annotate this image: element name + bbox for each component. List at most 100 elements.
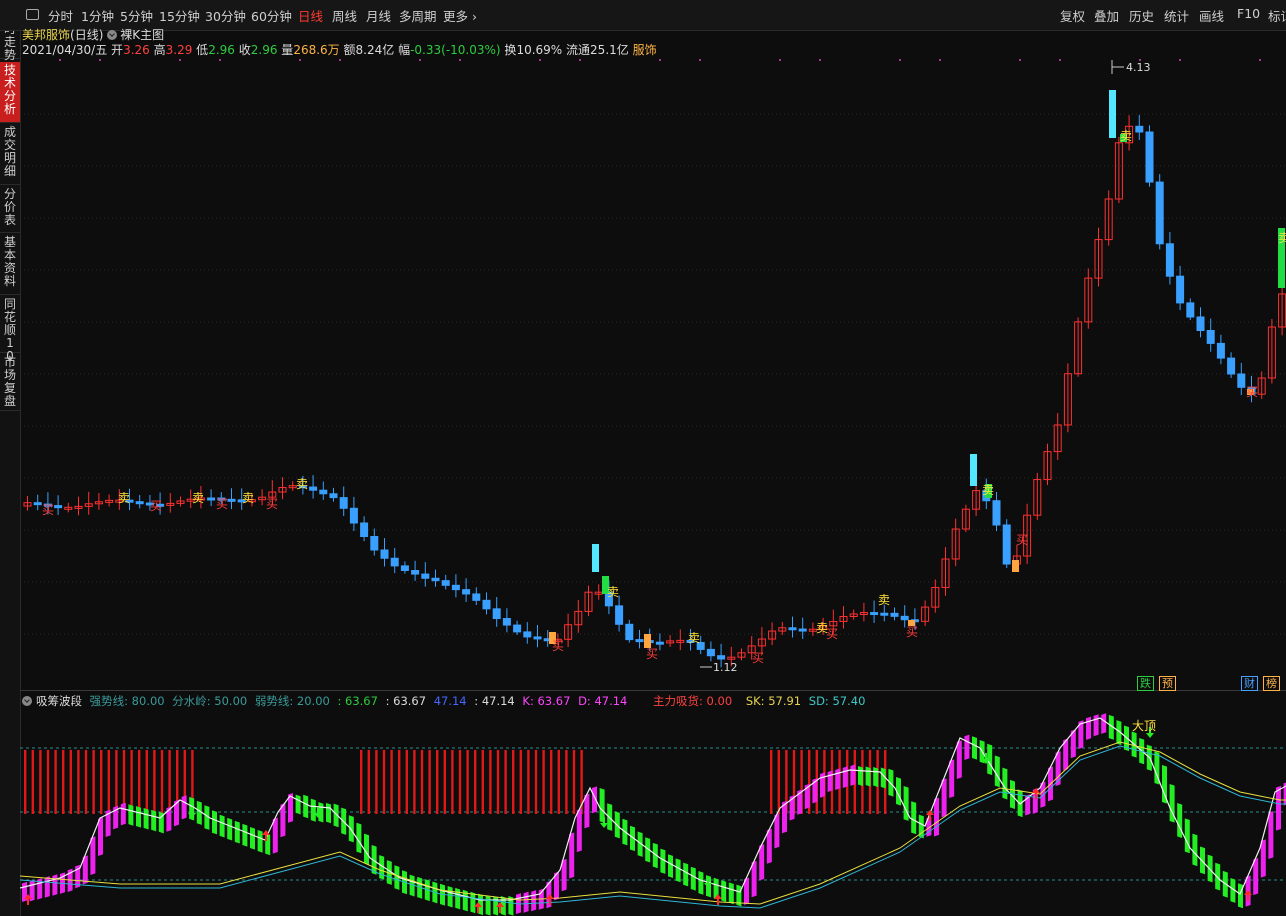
buy-signal-label: 买	[266, 497, 278, 511]
tab-15min[interactable]: 15分钟	[159, 6, 200, 25]
accumulation-bar	[572, 750, 576, 814]
sk-value: SK: 57.91	[745, 694, 802, 708]
accumulation-bar	[550, 750, 553, 814]
candle	[207, 497, 216, 501]
candle	[400, 565, 409, 571]
accumulation-bar	[534, 750, 538, 814]
window-icon[interactable]	[26, 9, 39, 20]
close-value: 2.96	[250, 43, 278, 57]
tab-multi-period[interactable]: 多周期	[399, 6, 437, 25]
restore-rights-button[interactable]: 复权	[1060, 6, 1085, 25]
toggle-circle-icon[interactable]	[107, 30, 118, 40]
stats-button[interactable]: 统计	[1164, 6, 1189, 25]
accumulation-bar	[481, 750, 484, 814]
oscillator-bar	[759, 844, 765, 881]
sell-signal-label: 卖	[296, 477, 308, 491]
accumulation-bar	[382, 750, 386, 814]
oscillator-bar	[143, 807, 149, 830]
badge-finance[interactable]: 财	[1241, 676, 1258, 691]
turnover-label: 换	[504, 43, 517, 57]
marker-dot	[1179, 59, 1181, 61]
buy-signal-label: 买	[552, 639, 564, 653]
candle	[615, 605, 624, 625]
oscillator-bar	[576, 808, 582, 853]
sidebar-item-technical[interactable]: 技术分析	[0, 62, 20, 123]
candlestick-chart[interactable]: 卖卖卖卖卖卖卖卖卖卖卖买买买买买买 买买 买买买4.131.12	[20, 56, 1286, 688]
sector-tag[interactable]: 服饰	[633, 43, 657, 57]
sidebar-item-trades[interactable]: 成交明细	[0, 124, 20, 185]
tab-intraday[interactable]: 分时	[48, 6, 73, 25]
accumulation-bar	[504, 750, 507, 814]
float-value: 25.1亿	[590, 43, 629, 57]
candle	[523, 631, 532, 638]
panel-divider	[20, 690, 1286, 691]
candle	[33, 502, 42, 506]
sell-signal-label: 卖	[242, 491, 254, 505]
candle	[1196, 316, 1205, 331]
marker-dot	[59, 59, 61, 61]
buy-signal-label: 买	[752, 651, 764, 665]
overlay-button[interactable]: 叠加	[1094, 6, 1119, 25]
oscillator-bar	[44, 876, 50, 898]
marker-dot	[1059, 59, 1061, 61]
tab-5min[interactable]: 5分钟	[120, 6, 153, 25]
badge-forecast[interactable]: 预	[1159, 676, 1176, 691]
sidebar-item-review[interactable]: 市场复盘	[0, 354, 20, 411]
main-accumulation-value: 主力吸货: 0.00	[653, 694, 733, 708]
oscillator-bar	[842, 766, 848, 788]
left-sidebar: 分时走势 技术分析 成交明细 分价表 基本资料 同花顺10 市场复盘	[0, 0, 21, 916]
watershed-value: 分水岭: 50.00	[172, 694, 248, 708]
history-button[interactable]: 历史	[1129, 6, 1154, 25]
candle	[360, 522, 369, 537]
candle	[717, 655, 726, 660]
oscillator-bar	[1002, 767, 1008, 800]
badge-fall[interactable]: 跌	[1137, 676, 1154, 691]
candle	[1216, 342, 1225, 359]
accumulation-bar	[69, 750, 72, 814]
marker-dot	[339, 59, 341, 61]
k-value: K: 63.67	[522, 694, 571, 708]
oscillator-bar	[569, 832, 575, 879]
oscillator-bar	[136, 806, 141, 828]
f10-button[interactable]: F10	[1237, 6, 1260, 21]
candle	[900, 615, 909, 621]
oscillator-bar	[1215, 862, 1221, 891]
tab-weekly[interactable]: 周线	[332, 6, 357, 25]
tab-daily[interactable]: 日线	[298, 6, 323, 25]
marker-dot	[419, 59, 421, 61]
oscillator-bar	[1276, 785, 1281, 831]
accumulation-bar	[92, 750, 95, 814]
marker-dot	[659, 59, 661, 61]
tab-1min[interactable]: 1分钟	[81, 6, 114, 25]
tab-monthly[interactable]: 月线	[366, 6, 391, 25]
tab-more[interactable]: 更多 ›	[443, 6, 477, 25]
mark-button[interactable]: 标记	[1268, 6, 1286, 25]
indicator-chart[interactable]: 大顶	[20, 708, 1286, 916]
sidebar-item-profile[interactable]: 基本资料	[0, 234, 20, 295]
accumulation-bar	[777, 750, 780, 814]
oscillator-bar	[865, 766, 871, 787]
chg-value: -0.33(-10.03%)	[410, 43, 501, 57]
accumulation-bar	[436, 750, 439, 814]
accumulation-bar	[474, 750, 477, 814]
buy-signal-label: 买	[1246, 385, 1258, 399]
main-chart-label[interactable]: 裸K主图	[120, 28, 164, 42]
oscillator-bar	[1192, 833, 1198, 867]
sell-signal-label: 卖	[607, 585, 619, 599]
stock-name[interactable]: 美邦服饰	[22, 28, 70, 42]
draw-line-button[interactable]: 画线	[1199, 6, 1224, 25]
open-value: 3.26	[123, 43, 150, 57]
accumulation-bar	[565, 750, 568, 814]
tab-30min[interactable]: 30分钟	[205, 6, 246, 25]
tab-60min[interactable]: 60分钟	[251, 6, 292, 25]
sidebar-item-10jqka[interactable]: 同花顺10	[0, 296, 20, 363]
v1-value: : 63.67	[337, 694, 378, 708]
badge-rank[interactable]: 榜	[1263, 676, 1280, 691]
orange-signal-bar	[1012, 560, 1019, 572]
indicator-name[interactable]: 吸筹波段	[36, 694, 82, 708]
marker-dot	[1019, 59, 1021, 61]
marker-dot	[299, 59, 301, 61]
sidebar-item-price-table[interactable]: 分价表	[0, 186, 20, 233]
oscillator-bar	[326, 802, 331, 824]
toggle-circle-icon[interactable]	[22, 696, 32, 706]
